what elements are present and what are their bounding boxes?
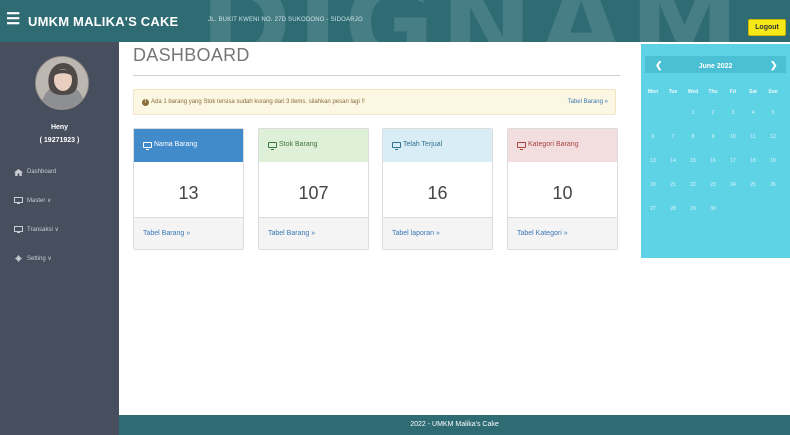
- sidebar-item-label: Setting ∨: [27, 255, 52, 262]
- card-nama-barang: Nama Barang 13 Tabel Barang »: [133, 128, 244, 250]
- calendar-month: June 2022: [698, 63, 733, 70]
- gear-icon: [14, 254, 23, 262]
- dashboard-icon: [14, 168, 23, 176]
- calendar-day[interactable]: 5: [765, 110, 781, 116]
- avatar: [35, 56, 89, 110]
- calendar-day[interactable]: 2: [705, 110, 721, 116]
- calendar-day[interactable]: 8: [685, 134, 701, 140]
- calendar-day[interactable]: 9: [705, 134, 721, 140]
- user-id: ( 19271923 ): [39, 137, 80, 144]
- card-title: Nama Barang: [154, 141, 198, 148]
- sidebar-item-dashboard[interactable]: Dashboard: [14, 166, 56, 178]
- calendar-day[interactable]: 28: [665, 206, 681, 212]
- card-footer: Tabel Kategori »: [508, 217, 617, 249]
- top-navbar: DIGNAM ☰ UMKM MALIKA'S CAKE JL. BUKIT KW…: [0, 0, 790, 42]
- card-kategori-barang: Kategori Barang 10 Tabel Kategori »: [507, 128, 618, 250]
- calendar-weekday: Mon: [647, 89, 659, 95]
- calendar-day[interactable]: 22: [685, 182, 701, 188]
- card-value: 10: [552, 183, 573, 203]
- monitor-icon: [143, 141, 152, 150]
- card-footer: Tabel laporan »: [383, 217, 492, 249]
- card-header: Kategori Barang: [508, 129, 617, 162]
- card-value: 107: [298, 183, 329, 203]
- alert-text: Ada 1 barang yang Stok tersisa sudah kur…: [151, 99, 365, 105]
- page-title: DASHBOARD: [133, 45, 250, 65]
- card-title: Stok Barang: [279, 141, 318, 148]
- calendar-day[interactable]: 10: [725, 134, 741, 140]
- calendar-day[interactable]: 18: [745, 158, 761, 164]
- monitor-icon: [517, 141, 526, 150]
- info-icon: !: [142, 99, 149, 106]
- calendar-day[interactable]: 3: [725, 110, 741, 116]
- calendar-day[interactable]: 15: [685, 158, 701, 164]
- card-header: Telah Terjual: [383, 129, 492, 162]
- calendar-day[interactable]: 30: [705, 206, 721, 212]
- calendar-day[interactable]: 12: [765, 134, 781, 140]
- calendar-day[interactable]: 17: [725, 158, 741, 164]
- calendar-day[interactable]: 20: [645, 182, 661, 188]
- calendar-day[interactable]: 29: [685, 206, 701, 212]
- monitor-icon: [392, 141, 401, 150]
- logout-button[interactable]: Logout: [748, 19, 786, 36]
- calendar-day[interactable]: 13: [645, 158, 661, 164]
- calendar-weekday: Wed: [687, 89, 699, 95]
- calendar-day[interactable]: 26: [765, 182, 781, 188]
- sidebar-item-label: Dashboard: [27, 169, 57, 175]
- page-footer: 2022 - UMKM Malika's Cake: [119, 415, 790, 435]
- card-header: Nama Barang: [134, 129, 243, 162]
- card-link[interactable]: Tabel Kategori »: [517, 230, 568, 237]
- stock-alert: ! Ada 1 barang yang Stok tersisa sudah k…: [133, 89, 616, 115]
- calendar-day[interactable]: 7: [665, 134, 681, 140]
- chevron-right-icon[interactable]: ❯: [770, 60, 778, 71]
- calendar-day[interactable]: 19: [765, 158, 781, 164]
- calendar-day[interactable]: 4: [745, 110, 761, 116]
- calendar-day[interactable]: 1: [685, 110, 701, 116]
- calendar-day[interactable]: 25: [745, 182, 761, 188]
- user-name: Heny: [50, 124, 69, 131]
- card-title: Telah Terjual: [403, 141, 443, 148]
- card-value: 13: [178, 183, 199, 203]
- calendar-weekday: Sat: [749, 89, 757, 95]
- card-link[interactable]: Tabel Barang »: [268, 230, 315, 237]
- calendar-weekday: Sun: [768, 89, 778, 95]
- card-stok-barang: Stok Barang 107 Tabel Barang »: [258, 128, 369, 250]
- card-title: Kategori Barang: [528, 141, 579, 148]
- hamburger-icon[interactable]: ☰: [6, 12, 20, 28]
- monitor-icon: [14, 225, 23, 233]
- card-footer: Tabel Barang »: [259, 217, 368, 249]
- monitor-icon: [14, 196, 23, 204]
- calendar-day[interactable]: 23: [705, 182, 721, 188]
- calendar-widget: ❮ June 2022 ❯ Mon Tue Wed Thu Fri Sat Sun 1 2 3 4 5…: [641, 44, 790, 258]
- calendar-day[interactable]: 21: [665, 182, 681, 188]
- brand-address: JL. BUKIT KWENI NO. 27D SUKODONO - SIDOA…: [208, 17, 363, 23]
- calendar-weekday: Tue: [668, 89, 678, 95]
- calendar-day[interactable]: 6: [645, 134, 661, 140]
- sidebar: Heny ( 19271923 ) Dashboard Master ∨ Tra…: [0, 42, 119, 435]
- calendar-day[interactable]: 27: [645, 206, 661, 212]
- sidebar-item-label: Transaksi ∨: [27, 226, 59, 233]
- calendar-day[interactable]: 14: [665, 158, 681, 164]
- card-value: 16: [427, 183, 448, 203]
- sidebar-item-setting[interactable]: Setting ∨: [14, 252, 52, 264]
- sidebar-item-transaksi[interactable]: Transaksi ∨: [14, 223, 59, 235]
- sidebar-item-master[interactable]: Master ∨: [14, 194, 51, 206]
- sidebar-item-label: Master ∨: [27, 197, 52, 204]
- calendar-weekday: Thu: [708, 89, 718, 95]
- divider: [133, 75, 620, 76]
- calendar-weekday: Fri: [729, 89, 737, 95]
- card-link[interactable]: Tabel laporan »: [392, 230, 440, 237]
- card-footer: Tabel Barang »: [134, 217, 243, 249]
- card-telah-terjual: Telah Terjual 16 Tabel laporan »: [382, 128, 493, 250]
- card-link[interactable]: Tabel Barang »: [143, 230, 190, 237]
- monitor-icon: [268, 141, 277, 150]
- calendar-day[interactable]: 24: [725, 182, 741, 188]
- alert-link-tabel-barang[interactable]: Tabel Barang »: [568, 99, 608, 105]
- card-header: Stok Barang: [259, 129, 368, 162]
- calendar-day[interactable]: 16: [705, 158, 721, 164]
- calendar-day[interactable]: 11: [745, 134, 761, 140]
- brand-title: UMKM MALIKA'S CAKE: [28, 14, 179, 29]
